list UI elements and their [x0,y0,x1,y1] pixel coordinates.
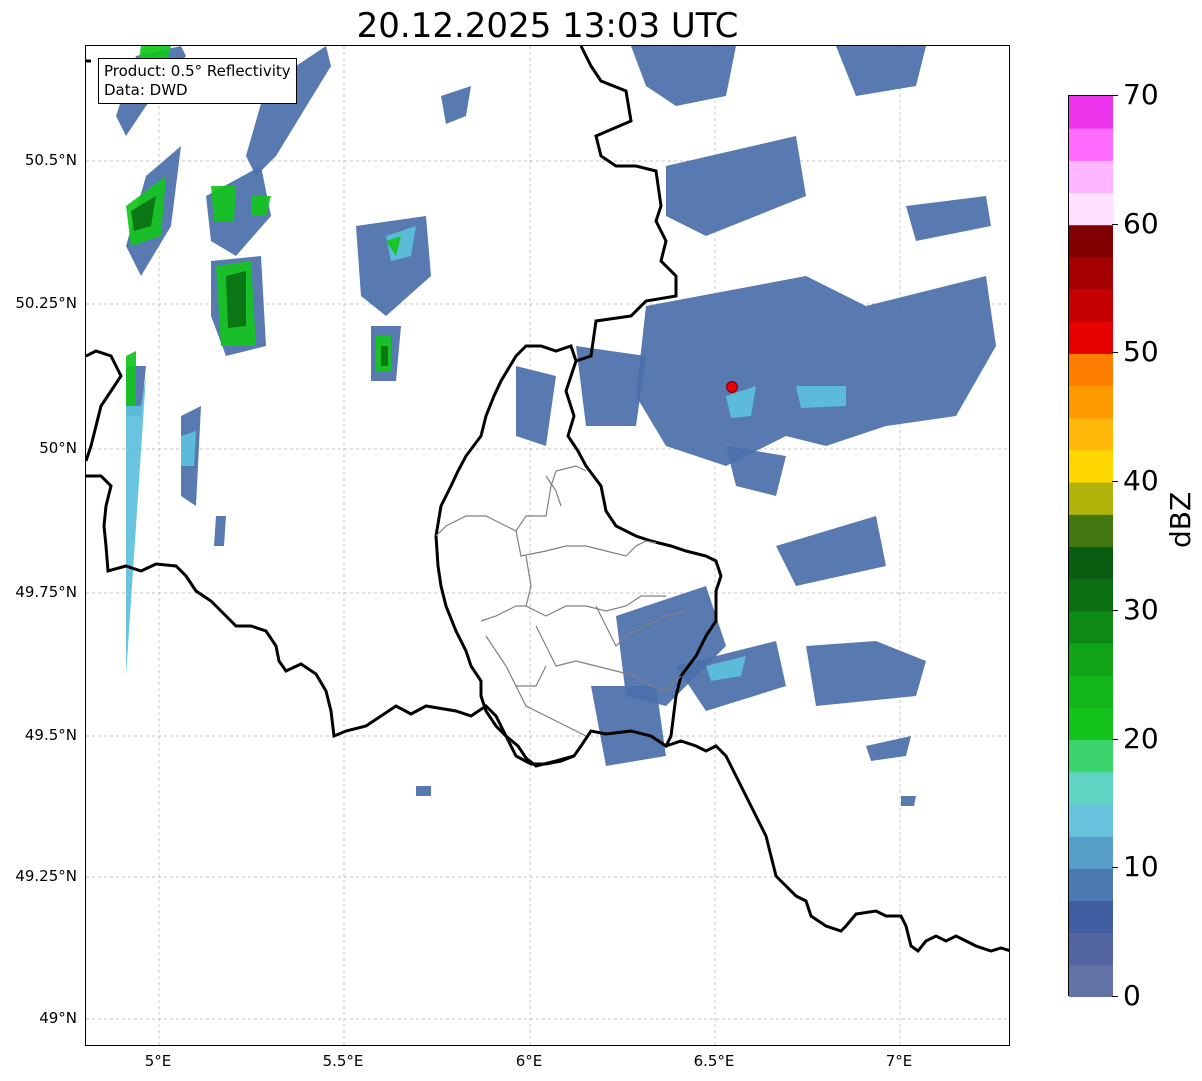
xtick-label: 7°E [885,1052,913,1070]
colorbar-tick-label: 50 [1123,335,1159,369]
colorbar-segment [1069,900,1113,934]
ytick-label: 49.25°N [15,867,77,885]
colorbar-tick-label: 60 [1123,206,1159,240]
colorbar-segment [1069,610,1113,644]
colorbar-segment [1069,514,1113,547]
ytick-label: 49.5°N [24,726,77,744]
colorbar-segment [1069,932,1113,966]
colorbar-segment [1069,546,1113,580]
colorbar-segment [1069,675,1113,708]
colorbar-tick-label: 0 [1123,979,1141,1012]
colorbar-segment [1069,482,1113,515]
map-canvas [86,46,1009,1045]
colorbar-tick-mark [1112,481,1118,483]
colorbar-tick-label: 10 [1123,850,1159,884]
xtick-label: 6.5°E [693,1052,735,1070]
ytick-label: 49.75°N [15,583,77,601]
colorbar-tick-mark [1112,352,1118,354]
colorbar-segment [1069,192,1113,226]
colorbar-segment [1069,353,1113,387]
colorbar-segment [1069,96,1113,129]
colorbar-segment [1069,739,1113,773]
xtick-label: 5.5°E [322,1052,364,1070]
country-borders [86,46,1009,954]
colorbar-segment [1069,385,1113,419]
colorbar-segment [1069,836,1113,869]
colorbar-segment [1069,578,1113,612]
colorbar-tick-mark [1112,95,1118,96]
ytick-label: 50°N [39,439,77,457]
product-label: Product: 0.5° Reflectivity [104,62,291,80]
colorbar-tick-mark [1112,867,1118,869]
colorbar-segment [1069,964,1113,997]
colorbar-segment [1069,417,1113,451]
ytick-label: 50.25°N [15,294,77,312]
colorbar [1068,95,1113,997]
colorbar-segment [1069,160,1113,194]
data-source-label: Data: DWD [104,81,188,99]
colorbar-segment [1069,868,1113,901]
colorbar-segment [1069,256,1113,290]
colorbar-segment [1069,803,1113,837]
colorbar-tick-label: 30 [1123,592,1159,626]
product-info-box: Product: 0.5° Reflectivity Data: DWD [98,58,297,104]
colorbar-segment [1069,643,1113,676]
ytick-label: 49°N [39,1009,77,1027]
colorbar-segment [1069,707,1113,741]
colorbar-tick-mark [1112,996,1118,997]
radar-echoes [116,46,996,806]
colorbar-segment [1069,224,1113,258]
colorbar-segment [1069,771,1113,805]
colorbar-label: dBZ [1164,491,1197,548]
radar-site-marker [726,381,738,393]
colorbar-segment [1069,321,1113,354]
colorbar-tick-label: 70 [1123,78,1159,111]
colorbar-segment [1069,289,1113,322]
map-title: 20.12.2025 13:03 UTC [356,6,739,46]
colorbar-tick-label: 20 [1123,721,1159,755]
xtick-label: 6°E [515,1052,543,1070]
colorbar-tick-label: 40 [1123,464,1159,498]
radar-map[interactable]: Product: 0.5° Reflectivity Data: DWD [85,45,1010,1046]
colorbar-tick-mark [1112,609,1118,611]
colorbar-segment [1069,128,1113,161]
xtick-label: 5°E [144,1052,172,1070]
colorbar-tick-mark [1112,738,1118,740]
ytick-label: 50.5°N [24,151,77,169]
colorbar-segment [1069,449,1113,483]
colorbar-tick-mark [1112,223,1118,225]
